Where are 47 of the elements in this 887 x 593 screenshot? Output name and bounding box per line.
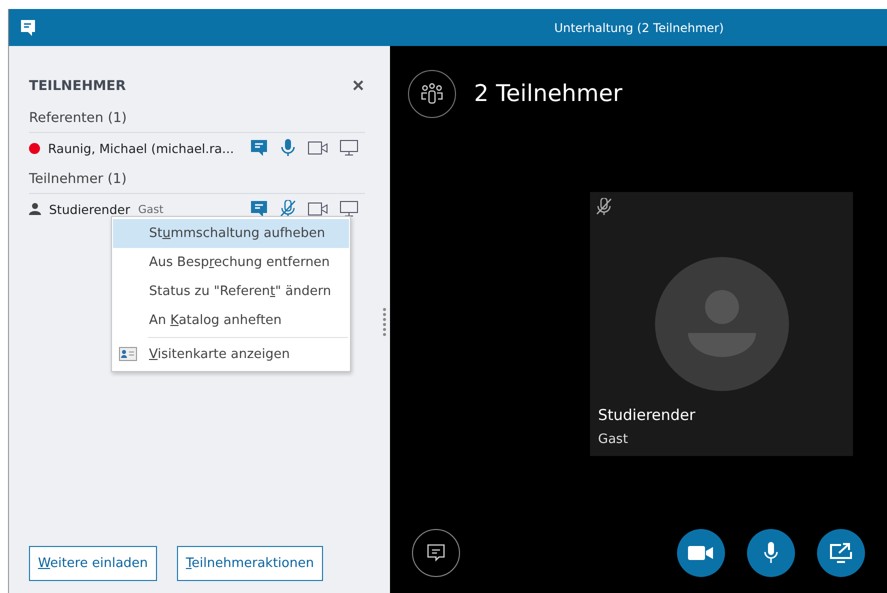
tile-role: Gast (598, 432, 628, 447)
people-icon (419, 83, 445, 105)
muted-microphone-icon[interactable] (596, 198, 612, 216)
participant-name[interactable]: Raunig, Michael (michael.ra... (48, 140, 234, 156)
resize-grip-dot[interactable] (383, 328, 386, 331)
tile-name: Studierender (598, 406, 696, 424)
avatar-icon (655, 257, 789, 391)
menu-item[interactable]: Status zu "Referent" ändern (113, 277, 349, 306)
footer-button[interactable]: Weitere einladen (29, 546, 157, 581)
video-camera-icon (688, 545, 714, 561)
monitor-icon[interactable] (340, 140, 358, 156)
menu-item[interactable]: Aus Besprechung entfernen (113, 248, 349, 277)
footer-button[interactable]: Teilnehmeraktionen (176, 546, 323, 581)
resize-grip-dot[interactable] (383, 318, 386, 321)
participants-button[interactable] (408, 70, 456, 118)
menu-item[interactable]: Stummschaltung aufheben (113, 219, 349, 248)
monitor-icon[interactable] (340, 201, 358, 217)
group-label: Teilnehmer (1) (29, 171, 365, 194)
chat-app-icon (20, 18, 36, 36)
microphone-icon (763, 542, 779, 564)
chat-icon (426, 543, 446, 563)
chat-button[interactable] (412, 529, 460, 577)
video-camera-icon[interactable] (308, 202, 328, 216)
resize-grip-dot[interactable] (383, 323, 386, 326)
close-button[interactable]: × (352, 76, 364, 96)
microphone-icon[interactable] (280, 139, 296, 157)
group-label: Referenten (1) (29, 110, 365, 133)
menu-item[interactable]: An Katalog anheften (113, 306, 349, 335)
window-title: Unterhaltung (2 Teilnehmer) (553, 20, 725, 34)
chat-icon[interactable] (250, 200, 268, 218)
participant-role: Gast (138, 202, 164, 216)
resize-grip-dot[interactable] (383, 333, 386, 336)
muted-microphone-icon[interactable] (280, 200, 296, 218)
microphone-button[interactable] (747, 529, 795, 577)
resize-grip-dot[interactable] (383, 308, 386, 311)
chat-icon[interactable] (250, 139, 268, 157)
participant-count: 2 Teilnehmer (474, 81, 622, 107)
panel-title: TEILNEHMER (29, 78, 126, 94)
video-camera-icon[interactable] (308, 141, 328, 155)
menu-item[interactable]: Visitenkarte anzeigen (113, 340, 349, 369)
share-screen-button[interactable] (817, 529, 865, 577)
video-button[interactable] (677, 529, 725, 577)
contact-card-icon (119, 347, 137, 361)
resize-grip-dot[interactable] (383, 313, 386, 316)
person-icon (29, 203, 41, 215)
participant-name[interactable]: Studierender (49, 202, 130, 216)
share-screen-icon (829, 542, 853, 564)
